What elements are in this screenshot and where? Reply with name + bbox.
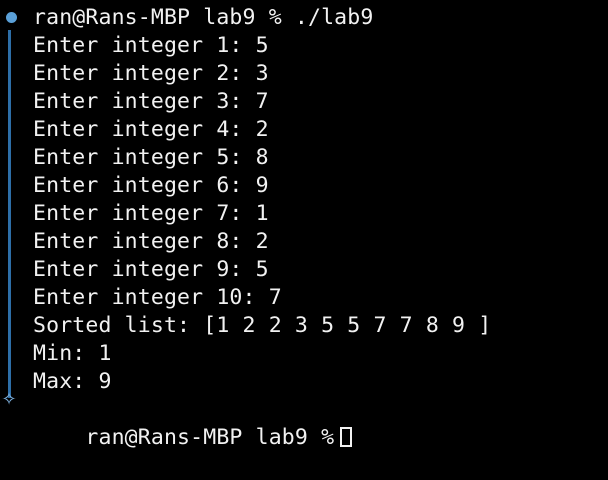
output-line: Enter integer 6: 9	[33, 173, 269, 198]
output-line: Enter integer 1: 5	[33, 33, 269, 58]
terminal-cursor[interactable]	[340, 427, 353, 447]
max-output: Max: 9	[33, 369, 112, 394]
output-line: Enter integer 7: 1	[33, 201, 269, 226]
sparkle-star-icon: ✧	[1, 389, 17, 410]
active-prompt-text: ran@Rans-MBP lab9 %	[85, 425, 335, 450]
output-line: Enter integer 9: 5	[33, 257, 269, 282]
output-line: Enter integer 4: 2	[33, 117, 269, 142]
output-line: Enter integer 3: 7	[33, 89, 269, 114]
terminal-window[interactable]: ran@Rans-MBP lab9 % ./lab9 Enter integer…	[0, 0, 608, 450]
output-line: Enter integer 8: 2	[33, 229, 269, 254]
active-prompt-line[interactable]: ran@Rans-MBP lab9 %	[33, 396, 353, 450]
output-line: Enter integer 2: 3	[33, 61, 269, 86]
command-prompt-line: ran@Rans-MBP lab9 % ./lab9	[33, 5, 374, 30]
sorted-list-output: Sorted list: [1 2 2 3 5 5 7 7 8 9 ]	[33, 313, 492, 338]
output-line: Enter integer 5: 8	[33, 145, 269, 170]
command-status-dot-icon	[6, 12, 17, 23]
min-output: Min: 1	[33, 341, 112, 366]
command-output-bracket	[8, 30, 11, 398]
output-line: Enter integer 10: 7	[33, 285, 282, 310]
